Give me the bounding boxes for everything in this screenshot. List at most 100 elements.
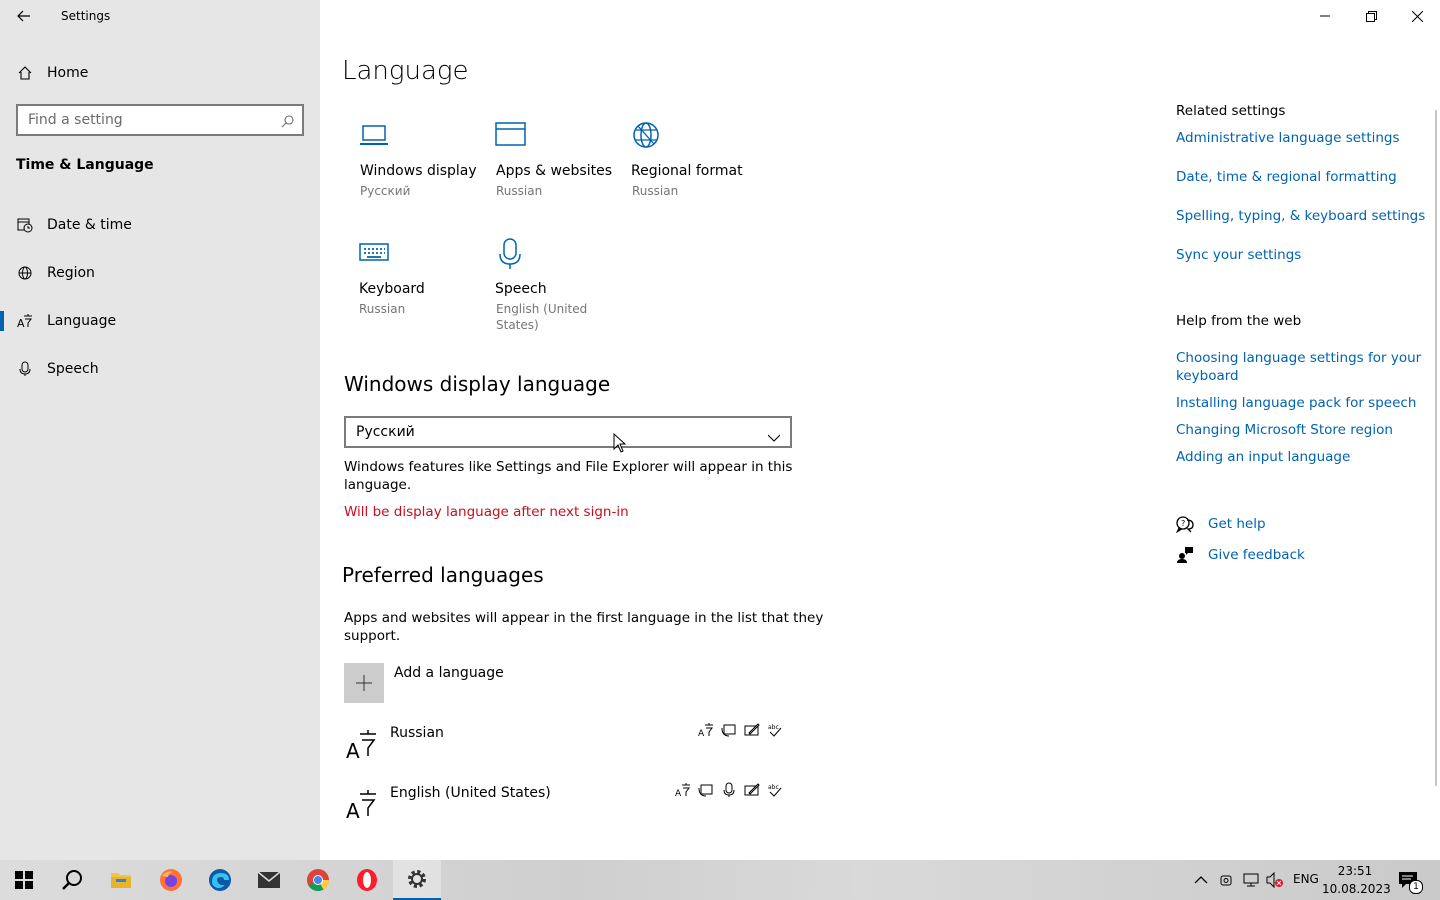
language-name: English (United States) — [390, 785, 551, 801]
search-placeholder: Find a setting — [28, 112, 123, 128]
related-link[interactable]: Sync your settings — [1176, 246, 1301, 264]
action-center-button[interactable]: 1 — [1398, 870, 1423, 894]
help-link[interactable]: Adding an input language — [1176, 448, 1350, 466]
taskbar-file-explorer[interactable] — [97, 860, 145, 900]
scrollbar[interactable] — [1435, 110, 1437, 786]
tile-title: Speech — [495, 281, 547, 297]
tray-meet-now[interactable] — [1219, 872, 1235, 892]
add-language-label: Add a language — [394, 665, 504, 681]
close-button[interactable] — [1394, 0, 1440, 32]
window-title: Settings — [61, 9, 111, 23]
give-feedback-link[interactable]: Give feedback — [1176, 545, 1376, 567]
sidebar-item-region[interactable]: Region — [0, 253, 320, 293]
tile-subtitle: Russian — [632, 184, 679, 198]
related-link[interactable]: Date, time & regional formatting — [1176, 168, 1397, 186]
language-item[interactable]: A English (United States) A abc — [344, 780, 788, 828]
preferred-description: Apps and websites will appear in the fir… — [344, 610, 824, 626]
maximize-button[interactable] — [1348, 0, 1394, 32]
sidebar-item-date-time[interactable]: Date & time — [0, 205, 320, 245]
tray-network[interactable] — [1242, 872, 1260, 892]
handwriting-icon — [744, 723, 760, 736]
sidebar-section-title: Time & Language — [16, 157, 154, 173]
tile-title: Keyboard — [359, 281, 425, 297]
minimize-button[interactable] — [1302, 0, 1348, 32]
taskbar-chrome[interactable] — [294, 860, 342, 900]
svg-text:abc: abc — [768, 784, 779, 791]
edge-icon — [209, 869, 231, 891]
related-link[interactable]: Spelling, typing, & keyboard settings — [1176, 207, 1425, 225]
tile-title: Windows display — [360, 163, 477, 179]
microphone-icon — [499, 238, 521, 269]
sidebar-item-label: Date & time — [47, 217, 132, 233]
tile-title: Regional format — [631, 163, 743, 179]
language-features: A abc — [674, 782, 786, 800]
speech-recognition-icon — [723, 782, 735, 797]
tile-regional-format[interactable]: Regional format Russian — [630, 120, 750, 210]
clock-time: 23:51 — [1337, 864, 1373, 878]
file-explorer-icon — [111, 873, 131, 888]
tray-clock[interactable]: 23:51 10.08.2023 — [1322, 862, 1391, 898]
help-link[interactable]: Choosing language settings for your keyb… — [1176, 349, 1421, 385]
search-input[interactable]: Find a setting — [16, 104, 304, 136]
tray-overflow-button[interactable] — [1194, 872, 1208, 891]
related-link[interactable]: Administrative language settings — [1176, 129, 1400, 147]
tray-volume[interactable] — [1266, 871, 1284, 892]
svg-text:A: A — [17, 317, 25, 329]
settings-gear-icon — [408, 870, 426, 888]
svg-text:abc: abc — [768, 724, 779, 731]
tile-apps-websites[interactable]: Apps & websites Russian — [494, 120, 614, 210]
sidebar: Settings Home Find a setting Time & Lang… — [0, 0, 320, 860]
chevron-up-icon — [1194, 876, 1208, 884]
close-icon — [1411, 10, 1423, 22]
keyboard-icon — [359, 243, 389, 261]
sidebar-item-label: Speech — [47, 361, 99, 377]
firefox-icon — [160, 869, 182, 891]
display-language-icon: A — [698, 723, 713, 738]
taskbar-settings[interactable] — [393, 860, 441, 900]
tile-subtitle: English (United — [496, 302, 588, 316]
tile-keyboard[interactable]: Keyboard Russian — [358, 238, 478, 328]
add-language-button[interactable]: Add a language — [344, 663, 644, 703]
calendar-clock-icon — [17, 217, 33, 233]
camera-icon — [1220, 875, 1232, 886]
laptop-icon — [360, 125, 388, 145]
chat-help-icon: ? — [1176, 516, 1194, 533]
tile-speech[interactable]: Speech English (United States) — [494, 238, 614, 338]
language-features: A abc — [696, 722, 786, 740]
display-language-select[interactable]: Русский — [344, 416, 792, 448]
tile-subtitle: Russian — [359, 302, 406, 316]
tray-language[interactable]: ENG — [1293, 872, 1319, 886]
network-icon — [1243, 873, 1259, 887]
tile-subtitle: States) — [496, 318, 539, 332]
sidebar-item-speech[interactable]: Speech — [0, 349, 320, 389]
tile-windows-display[interactable]: Windows display Русский — [358, 120, 478, 210]
related-settings-heading: Related settings — [1176, 103, 1286, 119]
search-icon[interactable] — [281, 113, 294, 132]
taskbar-search-button[interactable] — [48, 860, 96, 900]
text-to-speech-icon — [721, 724, 736, 737]
volume-muted-icon — [1266, 871, 1283, 889]
sidebar-item-label: Home — [47, 65, 89, 81]
language-item[interactable]: A Russian A abc — [344, 720, 788, 768]
section-heading: Preferred languages — [342, 563, 544, 587]
help-link[interactable]: Installing language pack for speech — [1176, 394, 1416, 412]
display-language-icon: A — [675, 783, 690, 798]
start-button[interactable] — [0, 860, 48, 900]
browser-window-icon — [495, 122, 526, 146]
taskbar-edge[interactable] — [196, 860, 244, 900]
sidebar-item-home[interactable]: Home — [0, 53, 320, 93]
taskbar-firefox[interactable] — [147, 860, 195, 900]
chevron-down-icon — [767, 427, 781, 446]
svg-text:A: A — [346, 739, 360, 760]
get-help-link[interactable]: ? Get help — [1176, 514, 1376, 536]
back-arrow-icon — [17, 10, 30, 22]
help-link[interactable]: Changing Microsoft Store region — [1176, 421, 1393, 439]
sidebar-item-language[interactable]: A Language — [0, 301, 320, 341]
taskbar-mail[interactable] — [245, 860, 293, 900]
taskbar-opera[interactable] — [343, 860, 391, 900]
maximize-icon — [1365, 10, 1377, 22]
back-button[interactable] — [12, 4, 36, 28]
handwriting-icon — [744, 783, 760, 796]
tile-subtitle: Русский — [360, 184, 411, 198]
spellcheck-icon: abc — [768, 724, 782, 737]
